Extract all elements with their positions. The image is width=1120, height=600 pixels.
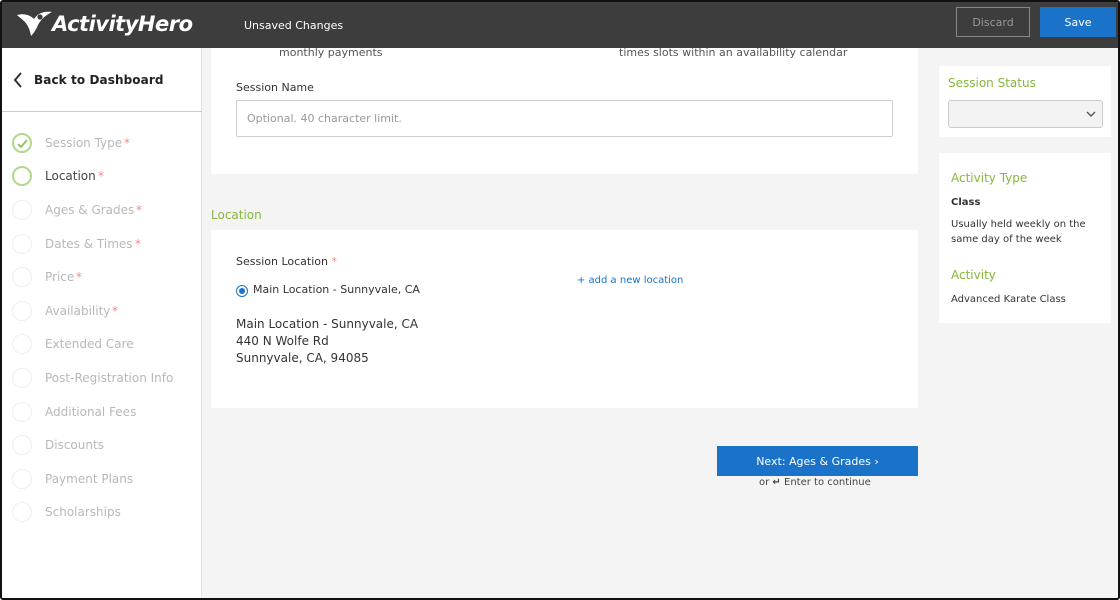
sidebar-step-label: Availability <box>45 303 111 318</box>
session-name-input[interactable] <box>236 100 893 137</box>
address-line-3: Sunnyvale, CA, 94085 <box>236 351 369 365</box>
unsaved-changes-label: Unsaved Changes <box>244 19 344 32</box>
required-mark: * <box>98 169 104 184</box>
location-section-title: Location <box>211 208 262 222</box>
step-list: Session Type * Location * Ages & Grades * D… <box>2 126 202 529</box>
sidebar-step-label: Discounts <box>45 438 104 453</box>
sidebar-step-scholarships[interactable]: Scholarships <box>2 496 202 530</box>
hint-text: Enter to continue <box>784 477 871 488</box>
enter-hint: or ↵ Enter to continue <box>759 477 871 488</box>
location-card: Session Location * Main Location - Sunny… <box>211 230 918 408</box>
sidebar-step-label: Ages & Grades <box>45 202 135 217</box>
hint-or: or <box>759 477 770 488</box>
step-circle-icon <box>12 468 32 489</box>
sidebar-step-ages-grades[interactable]: Ages & Grades * <box>2 193 202 227</box>
step-circle-icon <box>12 199 32 220</box>
back-to-dashboard-link[interactable]: Back to Dashboard <box>2 48 202 112</box>
discard-button[interactable]: Discard <box>956 7 1030 37</box>
back-label: Back to Dashboard <box>34 72 164 87</box>
session-status-select[interactable] <box>948 100 1103 128</box>
activity-value: Advanced Karate Class <box>951 294 1066 305</box>
step-circle-icon <box>12 267 32 288</box>
sidebar-step-location[interactable]: Location * <box>2 160 202 194</box>
step-circle-icon <box>12 367 32 388</box>
sidebar-step-payment-plans[interactable]: Payment Plans <box>2 462 202 496</box>
sidebar-step-label: Post-Registration Info <box>45 370 174 385</box>
sidebar: Back to Dashboard Session Type * Location… <box>2 48 202 598</box>
sidebar-step-label: Location <box>45 169 96 184</box>
sidebar-step-label: Price <box>45 270 75 285</box>
activity-info-card: Activity Type Class Usually held weekly … <box>939 153 1111 323</box>
cut-option-text-right: times slots within an availability calen… <box>619 46 848 59</box>
sidebar-step-discounts[interactable]: Discounts <box>2 428 202 462</box>
session-name-card: monthly payments times slots within an a… <box>211 46 918 174</box>
chevron-left-icon <box>13 71 22 88</box>
session-status-title: Session Status <box>948 76 1036 90</box>
step-circle-icon <box>12 233 32 254</box>
sidebar-step-label: Additional Fees <box>45 404 137 419</box>
activity-title: Activity <box>951 268 996 282</box>
save-button[interactable]: Save <box>1040 7 1116 37</box>
app-window: ActivityHero Unsaved Changes Discard Sav… <box>0 0 1120 600</box>
required-mark: * <box>76 270 82 285</box>
location-option-label[interactable]: Main Location - Sunnyvale, CA <box>253 283 420 296</box>
address-line-1: Main Location - Sunnyvale, CA <box>236 317 419 331</box>
session-status-card: Session Status <box>939 66 1111 137</box>
sidebar-step-dates-times[interactable]: Dates & Times * <box>2 227 202 261</box>
add-new-location-link[interactable]: + add a new location <box>577 275 683 286</box>
step-circle-icon <box>12 334 32 355</box>
step-circle-icon <box>12 502 32 523</box>
required-mark: * <box>112 303 118 318</box>
step-circle-icon <box>12 166 32 187</box>
sidebar-step-post-registration-info[interactable]: Post-Registration Info <box>2 361 202 395</box>
chevron-down-icon <box>1086 111 1096 117</box>
required-mark: * <box>331 255 338 268</box>
sidebar-step-additional-fees[interactable]: Additional Fees <box>2 395 202 429</box>
step-circle-icon <box>12 435 32 456</box>
session-name-label: Session Name <box>236 81 314 94</box>
brand-logo[interactable]: ActivityHero <box>14 8 193 40</box>
cut-option-text-left: monthly payments <box>279 46 383 59</box>
enter-key-icon: ↵ <box>772 477 781 488</box>
activity-type-title: Activity Type <box>951 171 1028 185</box>
address-line-2: 440 N Wolfe Rd <box>236 334 329 348</box>
required-mark: * <box>124 135 130 150</box>
hero-swoosh-icon <box>17 11 52 36</box>
sidebar-step-label: Scholarships <box>45 505 121 520</box>
activity-type-description: Usually held weekly on the same day of t… <box>951 219 1086 245</box>
next-step-button[interactable]: Next: Ages & Grades › <box>717 446 918 476</box>
sidebar-step-label: Dates & Times <box>45 236 133 251</box>
step-complete-icon <box>12 132 32 153</box>
location-radio-main[interactable] <box>236 285 248 297</box>
sidebar-step-label: Session Type <box>45 135 123 150</box>
sidebar-step-extended-care[interactable]: Extended Care <box>2 328 202 362</box>
sidebar-step-session-type[interactable]: Session Type * <box>2 126 202 160</box>
required-mark: * <box>135 236 141 251</box>
sidebar-step-label: Extended Care <box>45 337 134 352</box>
step-circle-icon <box>12 300 32 321</box>
top-bar: ActivityHero Unsaved Changes Discard Sav… <box>2 2 1118 48</box>
sidebar-step-price[interactable]: Price * <box>2 260 202 294</box>
brand-name: ActivityHero <box>52 12 193 36</box>
required-mark: * <box>136 202 142 217</box>
sidebar-step-label: Payment Plans <box>45 471 134 486</box>
activity-type-value: Class <box>951 197 981 208</box>
step-circle-icon <box>12 401 32 422</box>
sidebar-step-availability[interactable]: Availability * <box>2 294 202 328</box>
session-location-label: Session Location * <box>236 255 337 268</box>
